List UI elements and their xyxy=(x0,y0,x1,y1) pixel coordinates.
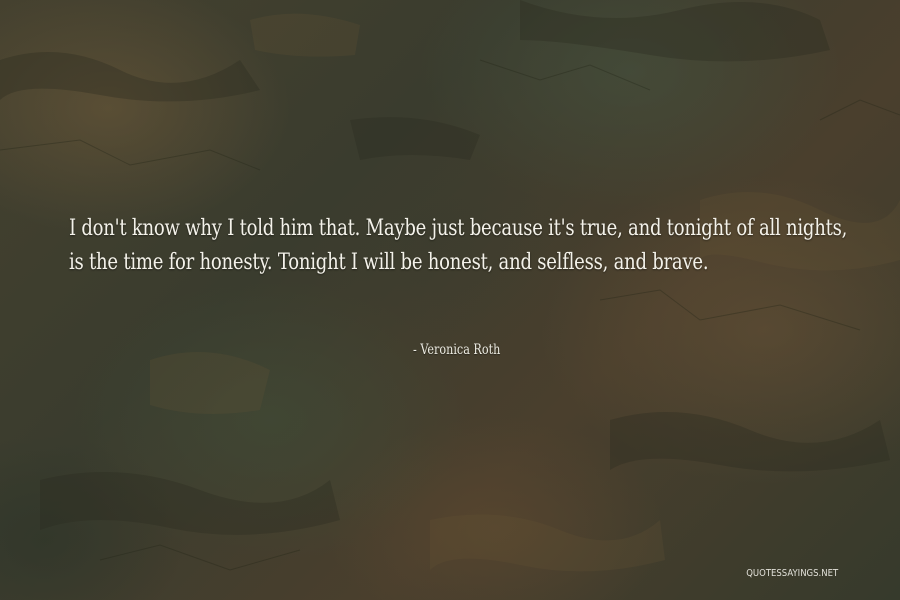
background-texture xyxy=(0,0,900,572)
quote-text: I don't know why I told him that. Maybe … xyxy=(69,216,848,275)
site-watermark: QUOTESSAYINGS.NET xyxy=(746,568,838,579)
quote-author: - Veronica Roth xyxy=(413,342,501,358)
quote-card: I don't know why I told him that. Maybe … xyxy=(0,0,900,600)
